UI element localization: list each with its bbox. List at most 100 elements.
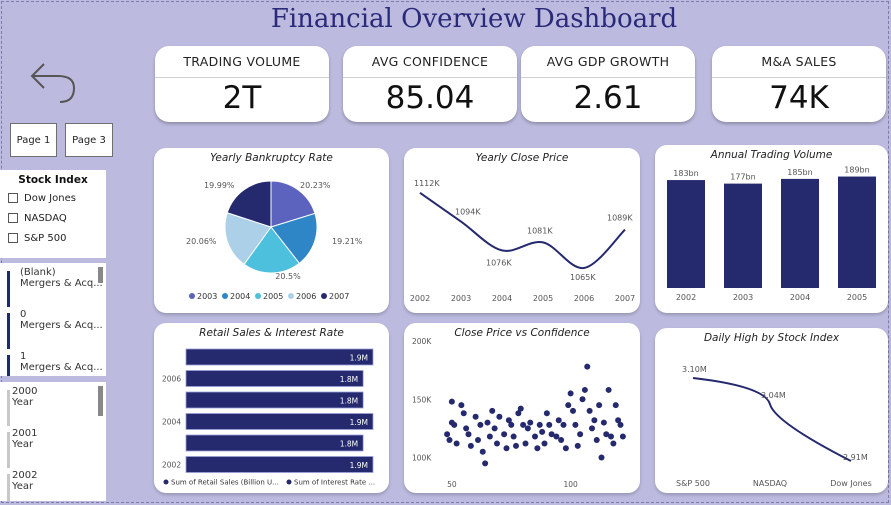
bar-2002 — [667, 180, 705, 288]
selection-bar — [7, 432, 10, 468]
x-tick-label: 100 — [563, 480, 578, 489]
legend-marker — [255, 293, 261, 299]
scatter-point — [562, 445, 569, 452]
scatter-point — [460, 410, 467, 417]
list-item-value: 2002 — [12, 470, 38, 481]
legend-label: Sum of Retail Sales (Billion U... — [171, 479, 279, 487]
kpi-card-ma-sales: M&A SALES 74K — [712, 46, 886, 122]
page-1-button[interactable]: Page 1 — [10, 123, 57, 157]
data-label: 1076K — [486, 258, 512, 267]
list-item-value: 2000 — [12, 386, 38, 397]
data-label: 1094K — [455, 208, 481, 217]
scatter-point — [579, 396, 586, 403]
chart-card-retail-sales[interactable]: 1.9M 1.8M 1.8M 1.9M 1.8M 1.9M 2006 2004 2002 Sum … — [154, 323, 389, 493]
back-button[interactable] — [26, 50, 82, 106]
list-item[interactable]: 0 Mergers & Acq... — [0, 309, 106, 351]
data-label: 1.8M — [340, 375, 358, 384]
data-label: 185bn — [787, 168, 812, 177]
list-item-field: Mergers & Acq... — [20, 320, 103, 331]
chart-title: Yearly Close Price — [475, 152, 569, 164]
chart-card-close-vs-confidence[interactable]: 200K 150K 100K 50 100 Close Price vs Confide… — [404, 323, 640, 493]
selection-bar — [7, 474, 10, 501]
scatter-point — [539, 428, 546, 435]
bar-2004 — [781, 178, 819, 288]
scatter-point — [482, 460, 489, 467]
x-tick-label: 2004 — [790, 293, 810, 302]
scatter-point — [522, 440, 529, 447]
legend-label: Sum of Interest Rate ... — [294, 479, 375, 487]
scatter-point — [494, 440, 500, 447]
x-tick-label: 2005 — [533, 294, 553, 303]
bar-2006 — [185, 370, 364, 387]
page-3-button[interactable]: Page 3 — [65, 123, 113, 157]
scatter-point — [574, 442, 581, 449]
kpi-label: AVG CONFIDENCE — [371, 54, 489, 69]
checkbox-icon[interactable] — [8, 233, 18, 243]
scatter-point — [479, 448, 486, 455]
scatter-point — [572, 421, 579, 428]
scatter-point — [513, 442, 519, 449]
bar-2003 — [185, 434, 364, 452]
series-line — [419, 191, 626, 270]
checkbox-icon[interactable] — [8, 213, 18, 223]
data-label: 3.10M — [682, 365, 707, 374]
chart-title: Annual Trading Volume — [710, 149, 833, 161]
slicer-option-sp500[interactable]: S&P 500 — [8, 232, 106, 246]
list-item[interactable]: 2000 Year — [0, 386, 106, 428]
data-label: 177bn — [730, 173, 755, 182]
scatter-point — [475, 437, 481, 444]
chart-card-bankruptcy-rate[interactable]: 20.23% 19.21% 20.5% 20.06% 19.99% 2003 2004 200… — [154, 148, 389, 313]
chart-card-daily-high[interactable]: 3.10M S&P 500 3.04M NASDAQ 2.91M Dow Jones Da… — [655, 328, 888, 493]
x-tick-label: 50 — [447, 480, 457, 489]
list-item[interactable]: 1 Mergers & Acq... — [0, 351, 106, 376]
slicer-option-nasdaq[interactable]: NASDAQ — [8, 212, 106, 226]
kpi-card-avg-gdp-growth: AVG GDP GROWTH 2.61 — [521, 46, 695, 122]
scatter-point — [589, 425, 595, 432]
scatter-point — [458, 402, 465, 409]
kpi-label: AVG GDP GROWTH — [546, 54, 670, 69]
list-item[interactable]: 2001 Year — [0, 428, 106, 470]
scatter-point — [596, 402, 603, 409]
scatter-point — [591, 417, 598, 424]
legend-label: 2004 — [230, 292, 250, 301]
scatter-point — [555, 417, 562, 424]
data-label: 1.8M — [340, 397, 358, 406]
bar-2003 — [724, 183, 762, 288]
scatter-point — [524, 425, 531, 432]
slice-label: 19.21% — [332, 237, 363, 246]
scatter-point — [508, 421, 515, 428]
chart-card-trading-volume[interactable]: 183bn 2002 177bn 2003 185bn 2004 189bn 2005 Ann… — [655, 145, 888, 313]
scatter-point — [451, 421, 458, 428]
scatter-point — [446, 437, 453, 444]
kpi-value: 85.04 — [385, 80, 475, 116]
data-label: 1.9M — [350, 461, 368, 470]
x-tick-label: 2006 — [574, 294, 594, 303]
selection-bar — [7, 271, 10, 307]
y-tick-label: 2006 — [162, 375, 181, 384]
scatter-point — [517, 405, 524, 412]
checkbox-icon[interactable] — [8, 193, 18, 203]
data-label: 1.8M — [340, 440, 358, 449]
list-item-field: Mergers & Acq... — [20, 278, 103, 289]
bar-2004 — [185, 413, 374, 430]
bar-2005 — [838, 176, 876, 288]
scatter-point — [567, 390, 574, 397]
slicer-option-dow-jones[interactable]: Dow Jones — [8, 192, 106, 206]
legend-label: 2005 — [263, 292, 283, 301]
x-tick-label: NASDAQ — [753, 479, 787, 488]
scatter-point — [617, 421, 624, 428]
legend-label: 2003 — [197, 292, 217, 301]
scatter-point — [534, 445, 541, 452]
list-item-field: Year — [12, 397, 34, 408]
scatter-point — [453, 440, 460, 447]
page-title: Financial Overview Dashboard — [270, 4, 678, 34]
list-item-value: 2001 — [12, 428, 38, 439]
list-item[interactable]: 2002 Year — [0, 470, 106, 501]
scatter-point — [536, 421, 543, 428]
x-tick-label: Dow Jones — [830, 479, 872, 488]
scatter-point — [527, 419, 534, 426]
list-item[interactable]: (Blank) Mergers & Acq... — [0, 267, 106, 309]
selection-bar — [7, 390, 10, 426]
scatter-point — [598, 454, 605, 461]
chart-card-close-price[interactable]: 1112K 2002 1094K 2003 1076K 2004 1081K 2005 1065… — [404, 148, 640, 313]
